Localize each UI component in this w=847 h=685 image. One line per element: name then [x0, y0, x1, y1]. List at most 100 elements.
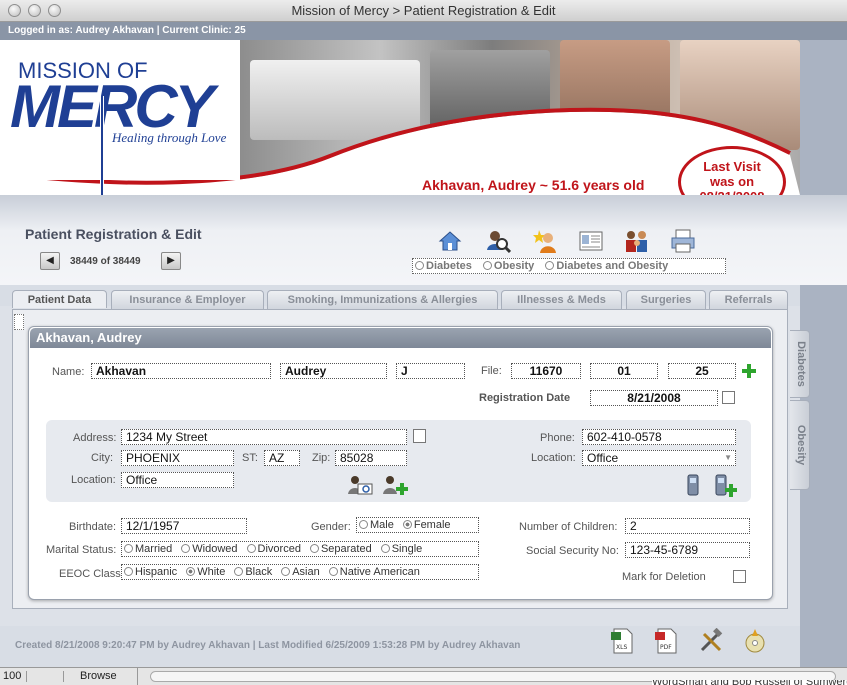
pdf-export-icon[interactable]: PDF [654, 628, 680, 654]
eeoc-radio-hispanic[interactable]: Hispanic [124, 566, 177, 578]
location-field[interactable]: Office [121, 472, 234, 488]
phone-label: Phone: [540, 432, 575, 444]
marital-radio-group: Married Widowed Divorced Separated Single [121, 541, 479, 557]
phone-location-label: Location: [531, 452, 576, 464]
birthdate-field[interactable]: 12/1/1957 [121, 518, 247, 534]
record-counter: 38449 of 38449 [70, 256, 141, 267]
print-icon[interactable] [670, 228, 696, 254]
file-part2-field[interactable]: 01 [590, 363, 658, 379]
children-field[interactable]: 2 [625, 518, 750, 534]
tools-icon[interactable] [698, 628, 724, 654]
phone-location-value: Office [587, 451, 619, 465]
search-person-icon[interactable] [485, 228, 511, 254]
tab-patient-data[interactable]: Patient Data [12, 290, 107, 308]
home-icon[interactable] [437, 228, 463, 254]
close-window-button[interactable] [8, 4, 21, 17]
marital-radio-separated[interactable]: Separated [309, 543, 372, 555]
condition-radio-group: Diabetes Obesity Diabetes and Obesity [412, 258, 726, 274]
minimize-window-button[interactable] [28, 4, 41, 17]
phone-icon[interactable] [685, 474, 701, 496]
mode-indicator[interactable]: Browse [68, 668, 138, 685]
gender-radio-group: Male Female [356, 517, 479, 533]
mark-for-deletion-label: Mark for Deletion [622, 571, 706, 583]
city-field[interactable]: PHOENIX [121, 450, 234, 466]
middle-initial-field[interactable]: J [396, 363, 465, 379]
ssn-field[interactable]: 123-45-6789 [625, 542, 750, 558]
chevron-down-icon: ▼ [724, 453, 732, 462]
registration-date-checkbox[interactable] [722, 391, 735, 404]
city-label: City: [91, 452, 113, 464]
eeoc-radio-white[interactable]: White [186, 566, 225, 578]
file-part3-field[interactable]: 25 [668, 363, 736, 379]
side-tab-obesity[interactable]: Obesity [790, 400, 810, 490]
condition-radio-obesity[interactable]: Obesity [482, 260, 534, 272]
registration-date-field[interactable]: 8/21/2008 [590, 390, 718, 406]
marital-radio-widowed[interactable]: Widowed [181, 543, 238, 555]
app-window: Mission of Mercy > Patient Registration … [0, 0, 847, 685]
address-field[interactable]: 1234 My Street [121, 429, 407, 445]
next-record-button[interactable]: ▶ [161, 252, 181, 270]
first-name-field[interactable]: Audrey [280, 363, 387, 379]
location-label: Location: [71, 474, 116, 486]
tab-referrals[interactable]: Referrals [709, 290, 788, 310]
add-phone-icon[interactable] [714, 474, 738, 498]
eeoc-radio-asian[interactable]: Asian [281, 566, 320, 578]
phone-location-select[interactable]: Office ▼ [582, 450, 736, 466]
gender-radio-female[interactable]: Female [402, 519, 451, 531]
state-field[interactable]: AZ [264, 450, 300, 466]
new-person-icon[interactable] [533, 228, 559, 254]
condition-radio-diabetes-and-obesity[interactable]: Diabetes and Obesity [545, 260, 668, 272]
disc-icon[interactable] [742, 628, 768, 654]
marital-radio-divorced[interactable]: Divorced [246, 543, 301, 555]
last-name-field[interactable]: Akhavan [91, 363, 271, 379]
tab-insurance-employer[interactable]: Insurance & Employer [111, 290, 264, 310]
prev-record-button[interactable]: ◀ [40, 252, 60, 270]
eeoc-radio-group: Hispanic White Black Asian Native American [121, 564, 479, 580]
condition-radio-diabetes[interactable]: Diabetes [415, 260, 472, 272]
eeoc-radio-native-american[interactable]: Native American [328, 566, 420, 578]
marital-radio-married[interactable]: Married [124, 543, 172, 555]
id-card-icon[interactable] [578, 228, 604, 254]
children-label: Number of Children: [519, 521, 618, 533]
zip-label: Zip: [312, 452, 331, 464]
add-file-icon[interactable] [741, 363, 757, 379]
logo-cross-icon [100, 96, 104, 195]
panel-small-field[interactable] [14, 314, 24, 330]
logo-tagline: Healing through Love [112, 130, 227, 145]
xls-icon-text: XLS [616, 644, 627, 651]
background-window-text: WordSmart and Bob Russell of Sumwere, ou… [652, 680, 847, 685]
marital-radio-single[interactable]: Single [380, 543, 422, 555]
zoom-level[interactable]: 100 [3, 668, 21, 685]
state-label: ST: [242, 452, 258, 464]
family-icon[interactable] [624, 228, 650, 254]
window-title: Mission of Mercy > Patient Registration … [291, 3, 556, 18]
eeoc-class-label: EEOC Class: [59, 568, 124, 580]
add-person-icon[interactable] [381, 474, 411, 496]
patient-age-headline: Akhavan, Audrey ~ 51.6 years old [422, 177, 645, 193]
eeoc-radio-black[interactable]: Black [234, 566, 272, 578]
file-label: File: [481, 365, 502, 377]
mark-for-deletion-checkbox[interactable] [733, 570, 746, 583]
tab-surgeries[interactable]: Surgeries [626, 290, 706, 310]
pdf-icon-text: PDF [660, 644, 672, 651]
gender-radio-male[interactable]: Male [359, 519, 394, 531]
phone-field[interactable]: 602-410-0578 [582, 429, 736, 445]
xls-export-icon[interactable]: XLS [610, 628, 636, 654]
zip-field[interactable]: 85028 [335, 450, 407, 466]
zoom-window-button[interactable] [48, 4, 61, 17]
page-title: Patient Registration & Edit [25, 226, 202, 242]
address-label: Address: [73, 432, 117, 444]
address-checkbox[interactable] [413, 429, 426, 443]
record-audit-footer: Created 8/21/2008 9:20:47 PM by Audrey A… [15, 640, 521, 651]
title-bar: Mission of Mercy > Patient Registration … [0, 0, 847, 22]
file-part1-field[interactable]: 11670 [511, 363, 581, 379]
side-tab-diabetes[interactable]: Diabetes [790, 330, 810, 398]
last-visit-line1: Last Visit [703, 159, 761, 174]
patient-card-header: Akhavan, Audrey [30, 328, 771, 348]
tab-smoking-immunizations-allergies[interactable]: Smoking, Immunizations & Allergies [267, 290, 498, 310]
gender-label: Gender: [311, 521, 351, 533]
tab-illnesses-meds[interactable]: Illnesses & Meds [501, 290, 622, 310]
zoom-controls-icon[interactable] [26, 671, 64, 682]
last-visit-line2: was on [709, 174, 755, 189]
lookup-person-icon[interactable] [346, 474, 376, 496]
